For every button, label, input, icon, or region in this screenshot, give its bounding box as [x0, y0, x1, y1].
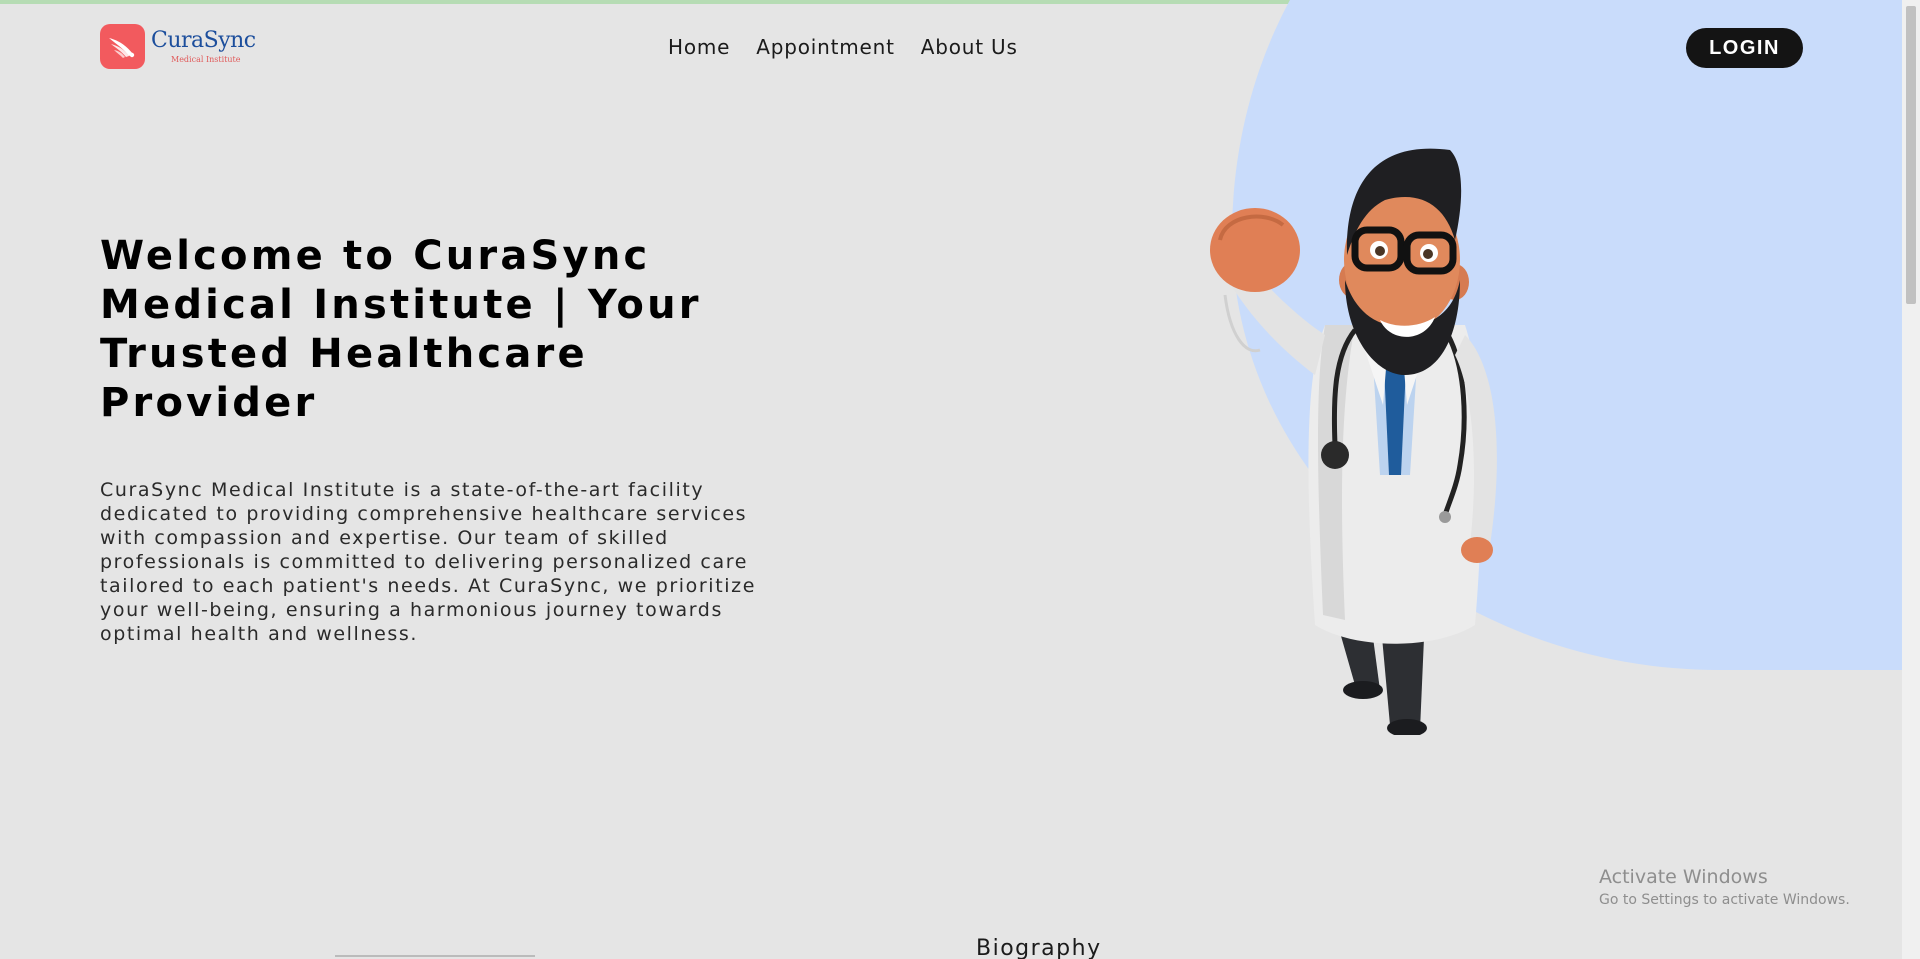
windows-activation-watermark: Activate Windows Go to Settings to activ… [1599, 866, 1850, 908]
activate-subtitle: Go to Settings to activate Windows. [1599, 892, 1850, 908]
biography-heading: Biography [976, 936, 1102, 959]
hero-description: CuraSync Medical Institute is a state-of… [100, 479, 756, 645]
divider [335, 955, 535, 957]
main-nav: Home Appointment About Us [668, 35, 1018, 59]
vertical-scrollbar[interactable] [1902, 0, 1920, 959]
logo[interactable]: CuraSync Medical Institute [100, 24, 256, 69]
activate-title: Activate Windows [1599, 866, 1768, 888]
hero-title: Welcome to CuraSync Medical Institute | … [100, 233, 702, 426]
login-button[interactable]: LOGIN [1686, 28, 1803, 68]
nav-about-us[interactable]: About Us [921, 35, 1018, 59]
nav-appointment[interactable]: Appointment [756, 35, 895, 59]
page: CuraSync Medical Institute Home Appointm… [0, 0, 1920, 959]
wing-icon [100, 24, 145, 69]
scrollbar-thumb[interactable] [1906, 6, 1916, 304]
doctor-illustration [1210, 148, 1497, 735]
logo-subtitle: Medical Institute [171, 54, 241, 64]
logo-name: CuraSync [151, 27, 256, 53]
nav-home[interactable]: Home [668, 35, 730, 59]
